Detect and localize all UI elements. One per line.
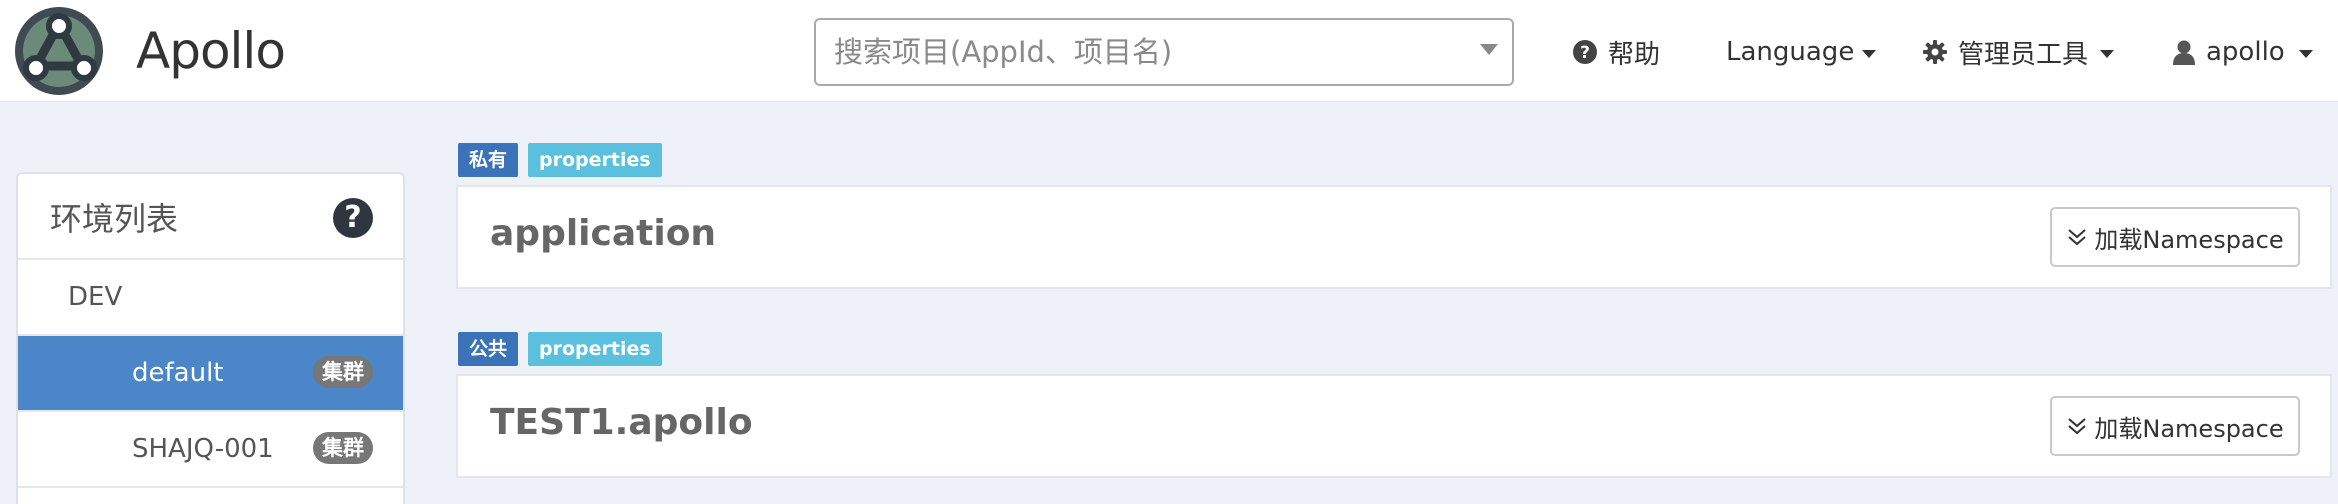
caret-down-icon <box>2298 50 2313 58</box>
svg-text:?: ? <box>1580 43 1590 63</box>
brand[interactable]: Apollo <box>14 6 286 96</box>
format-tag: properties <box>528 143 662 177</box>
namespace-name: TEST1.apollo <box>490 402 753 443</box>
chevron-down-icon[interactable] <box>1480 44 1498 55</box>
namespace-name: application <box>490 213 717 254</box>
scope-tag: 私有 <box>458 143 519 177</box>
load-namespace-label: 加载Namespace <box>2094 414 2284 443</box>
namespace-panel-application: application 加载Namespace <box>456 185 2332 289</box>
cluster-item-default[interactable]: default 集群 <box>18 336 403 412</box>
namespace-tags: 公共 properties <box>458 332 672 366</box>
load-namespace-label: 加载Namespace <box>2094 225 2284 254</box>
language-label: Language <box>1726 37 1855 67</box>
namespace-panel-test1-apollo: TEST1.apollo 加载Namespace <box>456 374 2332 478</box>
namespace-tags: 私有 properties <box>458 143 672 177</box>
load-namespace-button[interactable]: 加载Namespace <box>2050 207 2300 267</box>
double-chevron-down-icon <box>2068 229 2087 246</box>
help-link[interactable]: ? 帮助 <box>1572 30 1660 74</box>
question-circle-icon[interactable]: ? <box>333 198 373 238</box>
user-label: apollo <box>2206 37 2285 67</box>
cluster-name: default <box>132 358 224 388</box>
environment-label: DEV <box>68 282 123 312</box>
language-dropdown[interactable]: Language <box>1726 30 1877 74</box>
cluster-item-shajq-001[interactable]: SHAJQ-001 集群 <box>18 412 403 488</box>
double-chevron-down-icon <box>2068 418 2087 435</box>
environment-list-panel: 环境列表 ? DEV default 集群 SHAJQ-001 集群 <box>16 172 405 504</box>
environment-list-title: 环境列表 <box>50 200 179 238</box>
user-icon <box>2173 40 2195 65</box>
cluster-badge: 集群 <box>313 432 373 464</box>
environment-item-dev[interactable]: DEV <box>18 260 403 336</box>
environment-list-header: 环境列表 ? <box>18 174 403 260</box>
load-namespace-button[interactable]: 加载Namespace <box>2050 396 2300 456</box>
caret-down-icon <box>1862 50 1877 58</box>
gear-icon <box>1923 40 1947 64</box>
user-dropdown[interactable]: apollo <box>2172 30 2313 74</box>
format-tag: properties <box>528 332 662 366</box>
admin-tools-dropdown[interactable]: 管理员工具 <box>1922 30 2115 74</box>
question-circle-icon: ? <box>1573 40 1597 64</box>
search-input[interactable] <box>816 20 1456 84</box>
caret-down-icon <box>2100 50 2115 58</box>
top-navbar: Apollo ? 帮助 Language 管理员工具 <box>0 0 2338 102</box>
brand-name: Apollo <box>136 22 286 80</box>
cluster-name: SHAJQ-001 <box>132 434 274 464</box>
scope-tag: 公共 <box>458 332 519 366</box>
help-label: 帮助 <box>1608 39 1661 70</box>
project-search[interactable] <box>814 18 1514 86</box>
admin-tools-label: 管理员工具 <box>1958 39 2089 70</box>
apollo-logo-icon <box>15 7 103 95</box>
cluster-badge: 集群 <box>313 356 373 388</box>
